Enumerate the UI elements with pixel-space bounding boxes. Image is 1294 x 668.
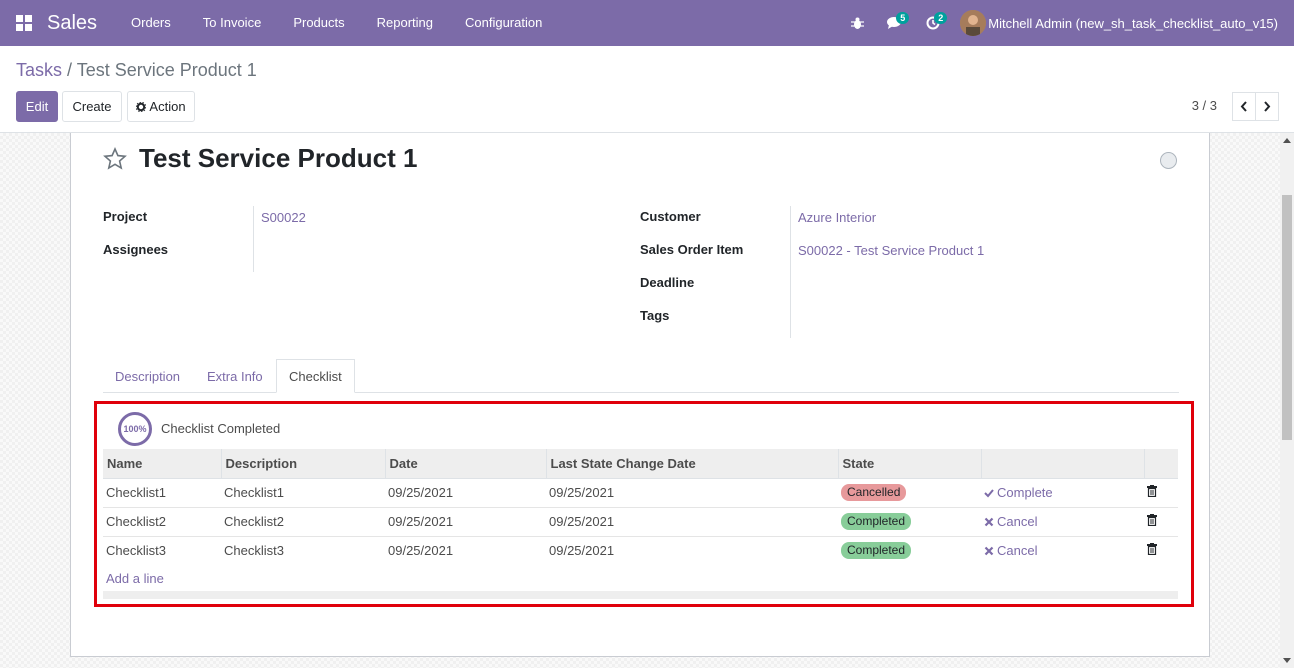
cancel-button[interactable]: Cancel	[984, 543, 1141, 558]
tags-label: Tags	[640, 308, 670, 323]
chevron-left-icon	[1240, 101, 1247, 112]
close-icon	[984, 517, 994, 526]
top-navbar: Sales Orders To Invoice Products Reporti…	[0, 0, 1294, 46]
add-a-line-link[interactable]: Add a line	[106, 571, 164, 586]
row-last-change[interactable]: 09/25/2021	[546, 477, 838, 507]
row-description[interactable]: Checklist2	[221, 506, 385, 536]
row-date[interactable]: 09/25/2021	[385, 477, 546, 507]
table-row[interactable]: Checklist1 Checklist1 09/25/2021 09/25/2…	[103, 477, 1178, 507]
pager-previous-button[interactable]	[1232, 92, 1256, 121]
project-value[interactable]: S00022	[261, 210, 306, 225]
complete-button-label: Complete	[997, 485, 1053, 500]
tab-extra-info[interactable]: Extra Info	[195, 359, 275, 393]
column-state[interactable]: State	[838, 449, 982, 479]
form-view-background: Test Service Product 1 Project S00022 As…	[0, 133, 1280, 668]
table-row[interactable]: Checklist3 Checklist3 09/25/2021 09/25/2…	[103, 535, 1178, 565]
customer-value[interactable]: Azure Interior	[798, 210, 876, 225]
control-panel: Tasks / Test Service Product 1 Edit Crea…	[0, 46, 1294, 133]
debug-bug-icon[interactable]	[838, 0, 876, 46]
page-scrollbar[interactable]	[1280, 133, 1294, 668]
row-description[interactable]: Checklist3	[221, 535, 385, 565]
title-row: Test Service Product 1	[103, 143, 417, 174]
breadcrumb: Tasks / Test Service Product 1	[16, 60, 257, 81]
column-description[interactable]: Description	[221, 449, 386, 479]
cancel-button-label: Cancel	[997, 514, 1038, 529]
menu-reporting[interactable]: Reporting	[361, 0, 449, 46]
priority-star-icon[interactable]	[103, 146, 127, 171]
cancel-button-label: Cancel	[997, 543, 1038, 559]
pager-value[interactable]: 3 / 3	[1192, 98, 1217, 113]
deadline-label: Deadline	[640, 275, 695, 290]
user-name: Mitchell Admin (new_sh_task_checklist_au…	[988, 15, 1278, 31]
table-footer	[103, 591, 1178, 599]
create-button[interactable]: Create	[62, 91, 122, 122]
activities-clock-icon[interactable]: 2	[914, 0, 952, 46]
row-last-change[interactable]: 09/25/2021	[546, 506, 838, 536]
messages-badge: 5	[896, 12, 910, 24]
action-button[interactable]: Action	[127, 91, 195, 122]
assignees-label: Assignees	[103, 242, 169, 257]
action-button-label: Action	[149, 99, 186, 114]
left-fields-divider	[253, 206, 254, 272]
checklist-progress-circle: 100%	[118, 412, 152, 446]
status-badge: Completed	[841, 542, 912, 560]
trash-icon[interactable]	[1147, 514, 1157, 527]
complete-button[interactable]: Complete	[984, 485, 1141, 500]
checklist-table: Name Description Date Last State Change …	[103, 449, 1178, 565]
user-avatar	[960, 10, 987, 36]
sales-order-item-value[interactable]: S00022 - Test Service Product 1	[798, 243, 984, 258]
gear-icon	[136, 101, 147, 112]
task-title[interactable]: Test Service Product 1	[139, 143, 417, 174]
tab-description[interactable]: Description	[103, 359, 192, 393]
breadcrumb-tasks[interactable]: Tasks	[16, 60, 62, 80]
row-last-change[interactable]: 09/25/2021	[546, 535, 838, 565]
menu-to-invoice[interactable]: To Invoice	[187, 0, 278, 46]
kanban-state-indicator[interactable]	[1160, 152, 1177, 169]
checklist-status-label: Checklist Completed	[161, 421, 281, 436]
menu-configuration[interactable]: Configuration	[449, 0, 558, 46]
form-sheet: Test Service Product 1 Project S00022 As…	[70, 133, 1210, 657]
menu-products[interactable]: Products	[277, 0, 360, 46]
project-label: Project	[103, 209, 148, 224]
edit-button[interactable]: Edit	[16, 91, 58, 122]
column-delete	[1144, 449, 1178, 479]
row-description[interactable]: Checklist1	[221, 477, 385, 507]
right-fields-divider	[790, 206, 791, 338]
menu-orders[interactable]: Orders	[115, 0, 187, 46]
cancel-button[interactable]: Cancel	[984, 514, 1141, 529]
table-row[interactable]: Checklist2 Checklist2 09/25/2021 09/25/2…	[103, 506, 1178, 536]
scroll-up-arrow-icon[interactable]	[1283, 138, 1291, 143]
column-action	[981, 449, 1145, 479]
breadcrumb-separator: /	[67, 60, 73, 80]
row-name[interactable]: Checklist2	[103, 506, 221, 536]
tab-checklist[interactable]: Checklist	[276, 359, 355, 393]
checklist-header-row: Name Description Date Last State Change …	[103, 449, 1178, 479]
row-name[interactable]: Checklist1	[103, 477, 221, 507]
customer-label: Customer	[640, 209, 701, 224]
row-date[interactable]: 09/25/2021	[385, 506, 546, 536]
sales-order-item-label: Sales Order Item	[640, 242, 744, 257]
column-name[interactable]: Name	[103, 449, 222, 479]
check-icon	[984, 488, 994, 497]
apps-menu-icon[interactable]	[0, 0, 48, 46]
trash-icon[interactable]	[1147, 485, 1157, 498]
column-last-state-change-date[interactable]: Last State Change Date	[546, 449, 839, 479]
status-badge: Cancelled	[841, 484, 907, 501]
trash-icon[interactable]	[1147, 543, 1157, 556]
pager-next-button[interactable]	[1255, 92, 1279, 121]
row-name[interactable]: Checklist3	[103, 535, 221, 565]
notebook-tabs: Description Extra Info Checklist	[103, 359, 1179, 393]
app-name[interactable]: Sales	[47, 12, 97, 35]
chevron-right-icon	[1264, 101, 1271, 112]
row-date[interactable]: 09/25/2021	[385, 535, 546, 565]
breadcrumb-current: Test Service Product 1	[76, 60, 257, 80]
scrollbar-thumb[interactable]	[1282, 195, 1292, 440]
close-icon	[984, 546, 994, 556]
activities-badge: 2	[934, 12, 948, 24]
status-badge: Completed	[841, 513, 912, 530]
messages-icon[interactable]: 5	[876, 0, 914, 46]
scroll-down-arrow-icon[interactable]	[1283, 658, 1291, 663]
user-menu[interactable]: Mitchell Admin (new_sh_task_checklist_au…	[960, 10, 1294, 36]
column-date[interactable]: Date	[385, 449, 547, 479]
